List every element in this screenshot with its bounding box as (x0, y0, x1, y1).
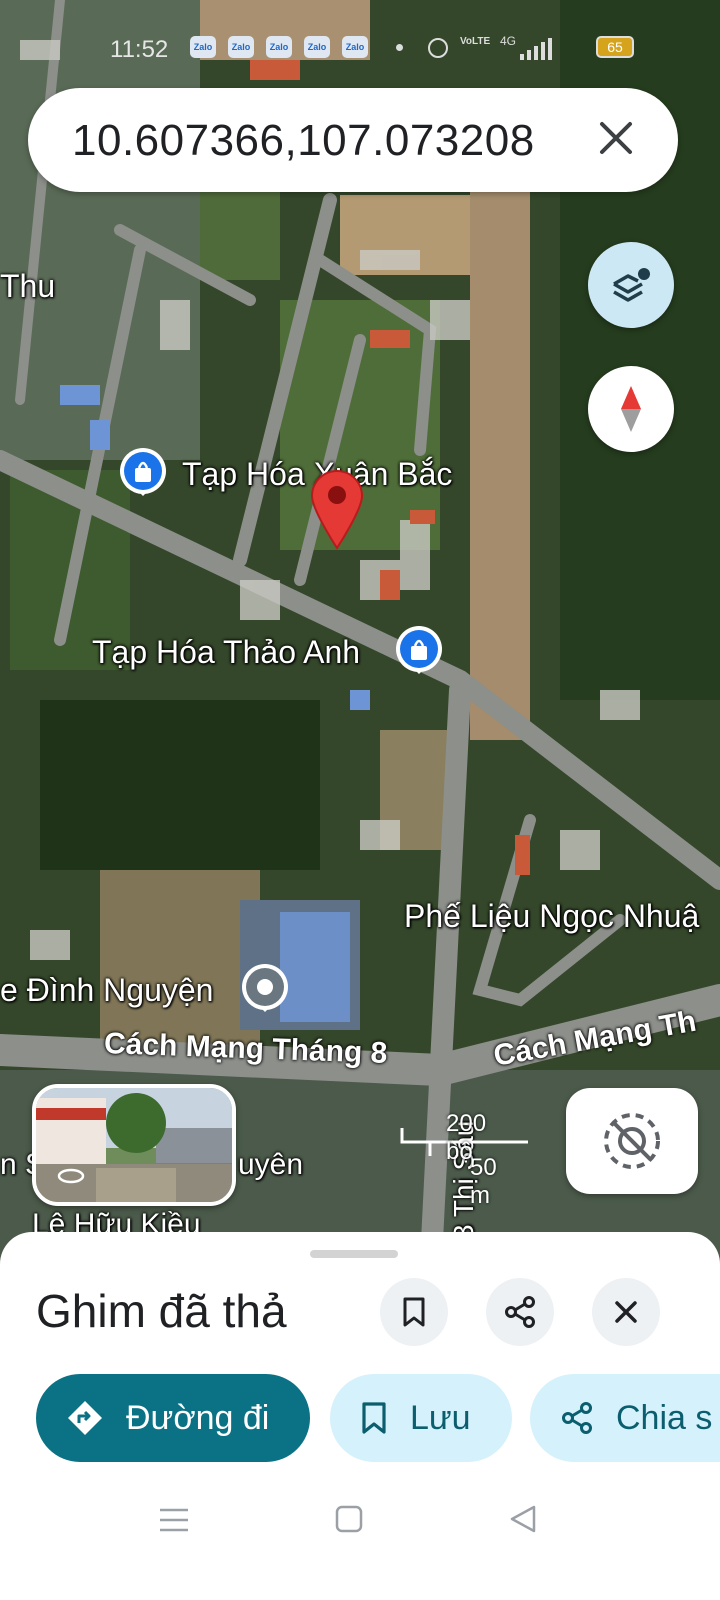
zalo-notification-icon: Zalo (190, 36, 216, 58)
bottom-sheet[interactable]: Ghim đã thả Đường đi Lưu Chia s (0, 1232, 720, 1600)
save-label: Lưu (410, 1398, 471, 1437)
place-title: Ghim đã thả (36, 1285, 287, 1337)
directions-icon (68, 1401, 102, 1435)
shopping-bag-icon[interactable] (392, 624, 446, 678)
zalo-notification-icon: Zalo (266, 36, 292, 58)
poi-label[interactable]: Tạp Hóa Thảo Anh (92, 634, 360, 671)
share-button[interactable]: Chia s (530, 1374, 720, 1462)
network-type: 4G (500, 34, 517, 48)
close-icon (615, 1301, 637, 1323)
drag-handle[interactable] (310, 1250, 398, 1258)
recent-apps-button[interactable] (158, 1504, 190, 1541)
directions-label: Đường đi (126, 1398, 270, 1437)
share-circle-button[interactable] (486, 1278, 554, 1346)
battery-level: 65 (596, 36, 634, 58)
bookmark-icon (362, 1402, 386, 1434)
street-view-thumbnail[interactable] (32, 1084, 236, 1206)
map-view[interactable]: 11:52 Zalo Zalo Zalo Zalo Zalo VoLTE 4G … (0, 0, 720, 1280)
back-button[interactable] (508, 1504, 538, 1539)
zalo-notification-icon: Zalo (304, 36, 330, 58)
directions-button[interactable]: Đường đi (36, 1374, 310, 1462)
more-notifications-dot (396, 44, 403, 51)
share-icon (505, 1296, 535, 1328)
save-button[interactable]: Lưu (330, 1374, 512, 1462)
compass-button[interactable] (588, 366, 674, 452)
bookmark-icon (403, 1297, 425, 1327)
volte-indicator: VoLTE (460, 36, 491, 47)
compass-icon (621, 386, 641, 432)
system-nav-bar (0, 1480, 720, 1560)
signal-icon (520, 38, 552, 60)
zalo-notification-icon: Zalo (342, 36, 368, 58)
poi-label[interactable]: Phế Liệu Ngọc Nhuậ (404, 898, 699, 935)
street-label: uyên (238, 1148, 304, 1181)
share-label: Chia s (616, 1398, 713, 1437)
my-location-button[interactable] (566, 1088, 698, 1194)
rotate-360-icon (57, 1168, 85, 1184)
place-icon[interactable] (238, 962, 292, 1016)
home-button[interactable] (334, 1504, 364, 1539)
save-circle-button[interactable] (380, 1278, 448, 1346)
status-bar: 11:52 Zalo Zalo Zalo Zalo Zalo VoLTE 4G … (0, 30, 720, 70)
scale-metric: 50 m (470, 1154, 497, 1209)
layers-button[interactable] (588, 242, 674, 328)
zalo-notification-icon: Zalo (228, 36, 254, 58)
shopping-bag-icon[interactable] (116, 446, 170, 500)
search-bar[interactable]: 10.607366,107.073208 (28, 88, 678, 192)
poi-label[interactable]: e Đình Nguyện (0, 972, 213, 1009)
alarm-icon (428, 38, 448, 58)
home-square-icon (335, 1505, 363, 1533)
location-disabled-icon (604, 1113, 660, 1169)
close-icon[interactable] (594, 116, 638, 160)
close-sheet-button[interactable] (592, 1278, 660, 1346)
menu-icon (160, 1508, 188, 1532)
street-label: Thu (0, 268, 56, 304)
back-triangle-icon (510, 1505, 536, 1533)
status-time: 11:52 (110, 36, 169, 63)
dropped-pin-icon[interactable] (308, 470, 366, 550)
layers-icon (613, 268, 650, 302)
share-icon (562, 1402, 592, 1434)
search-query[interactable]: 10.607366,107.073208 (72, 116, 535, 166)
